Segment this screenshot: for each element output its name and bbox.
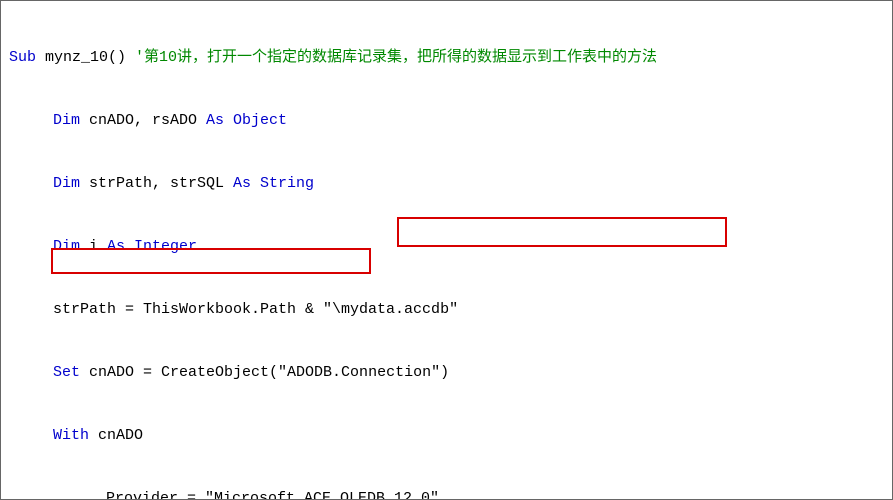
code-line: Sub mynz_10() '第10讲，打开一个指定的数据库记录集，把所得的数据… [9,47,884,68]
kw-dim: Dim [53,175,80,192]
kw-dim: Dim [53,238,80,255]
code-window: Sub mynz_10() '第10讲，打开一个指定的数据库记录集，把所得的数据… [0,0,893,500]
kw-with: With [53,427,89,444]
code-text: cnADO [89,427,143,444]
comment: '第10讲，打开一个指定的数据库记录集，把所得的数据显示到工作表中的方法 [135,49,657,66]
code-line: Dim strPath, strSQL As String [9,173,884,194]
code-line: .Provider = "Microsoft.ACE.OLEDB.12.0" [9,488,884,500]
kw-dim: Dim [53,112,80,129]
code-line: Set cnADO = CreateObject("ADODB.Connecti… [9,362,884,383]
code-text: cnADO, rsADO [80,112,206,129]
kw-set: Set [53,364,80,381]
code-line: With cnADO [9,425,884,446]
kw-as: As Integer [107,238,197,255]
code-line: strPath = ThisWorkbook.Path & "\mydata.a… [9,299,884,320]
kw-as: As String [233,175,314,192]
code-text: cnADO = CreateObject("ADODB.Connection") [80,364,449,381]
code-line: Dim cnADO, rsADO As Object [9,110,884,131]
code-text: strPath, strSQL [80,175,233,192]
code-line: Dim i As Integer [9,236,884,257]
code-text: strPath = ThisWorkbook.Path & "\mydata.a… [53,301,458,318]
proc-name: mynz_10() [36,49,135,66]
code-text: i [80,238,107,255]
kw-as: As Object [206,112,287,129]
code-text: .Provider = "Microsoft.ACE.OLEDB.12.0" [97,490,439,500]
kw-sub: Sub [9,49,36,66]
